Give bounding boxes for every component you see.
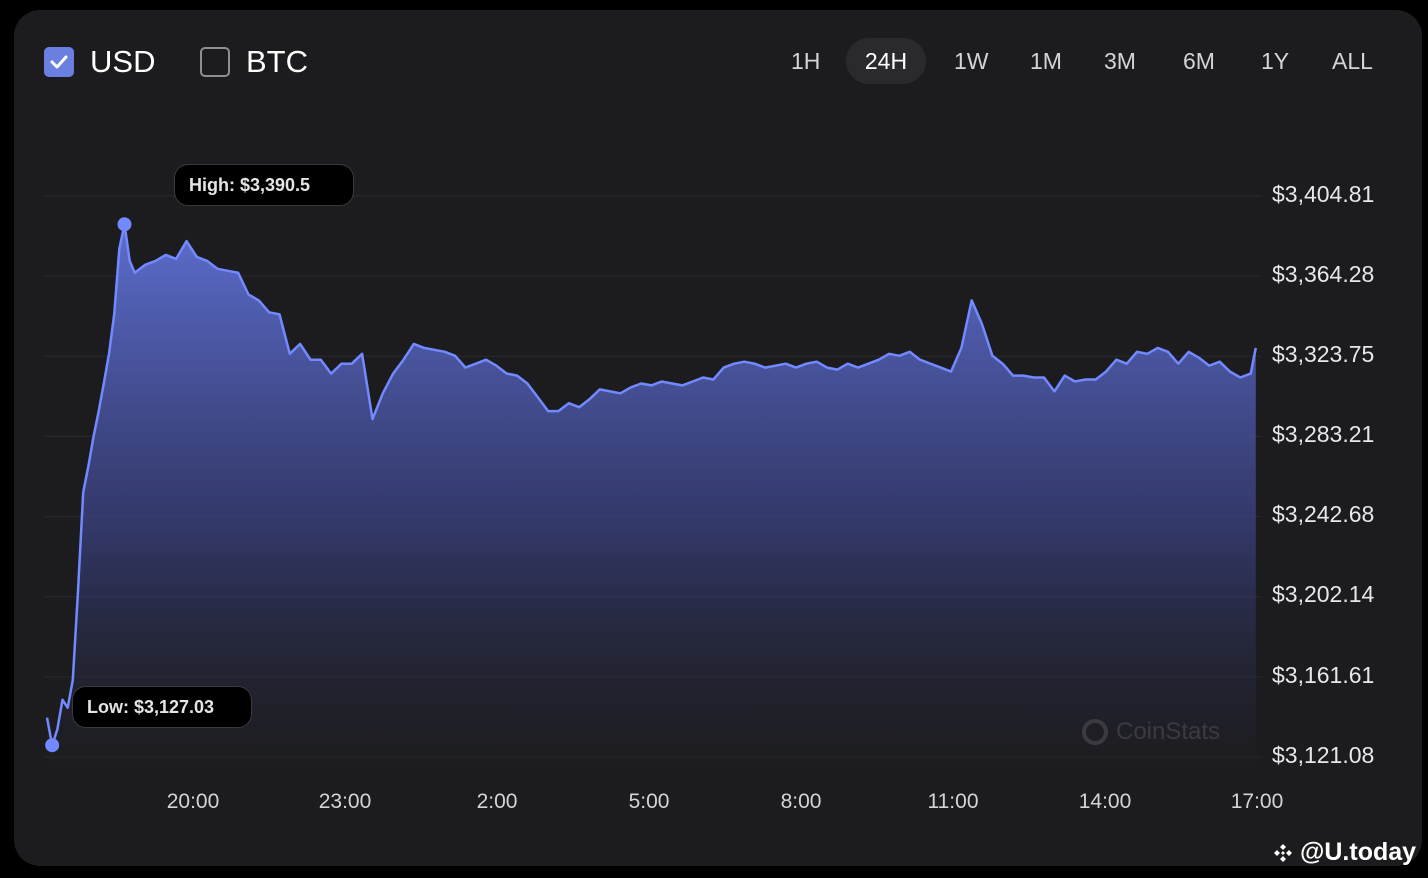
y-tick-label: $3,121.08 <box>1272 742 1375 768</box>
watermark-text: CoinStats <box>1116 718 1221 745</box>
brand-text: @U.today <box>1300 838 1417 866</box>
y-tick-label: $3,364.28 <box>1272 261 1375 287</box>
low-tooltip: Low: $3,127.03 <box>72 686 252 728</box>
x-tick-label: 2:00 <box>476 790 518 813</box>
coinstats-watermark: CoinStats <box>1082 718 1220 746</box>
x-tick-label: 17:00 <box>1230 790 1284 813</box>
y-tick-label: $3,242.68 <box>1272 501 1375 527</box>
y-tick-label: $3,404.81 <box>1272 181 1375 207</box>
y-tick-label: $3,283.21 <box>1272 421 1375 447</box>
x-tick-label: 23:00 <box>318 790 372 813</box>
x-tick-label: 20:00 <box>166 790 220 813</box>
x-tick-label: 8:00 <box>780 790 822 813</box>
y-tick-label: $3,202.14 <box>1272 581 1375 607</box>
binance-logo-icon <box>1274 843 1292 862</box>
utoday-brand: @U.today <box>1272 838 1416 867</box>
high-tooltip: High: $3,390.5 <box>174 164 354 206</box>
x-tick-label: 14:00 <box>1078 790 1132 813</box>
y-tick-label: $3,323.75 <box>1272 341 1375 367</box>
x-tick-label: 11:00 <box>927 790 979 813</box>
coinstats-logo-icon <box>1082 719 1108 745</box>
y-tick-label: $3,161.61 <box>1272 662 1375 688</box>
high-marker[interactable] <box>117 217 132 232</box>
low-marker[interactable] <box>45 738 60 753</box>
x-tick-label: 5:00 <box>628 790 670 813</box>
price-chart-card: USD BTC 1H 24H 1W 1M 3M 6M 1Y ALL High: … <box>14 10 1422 866</box>
